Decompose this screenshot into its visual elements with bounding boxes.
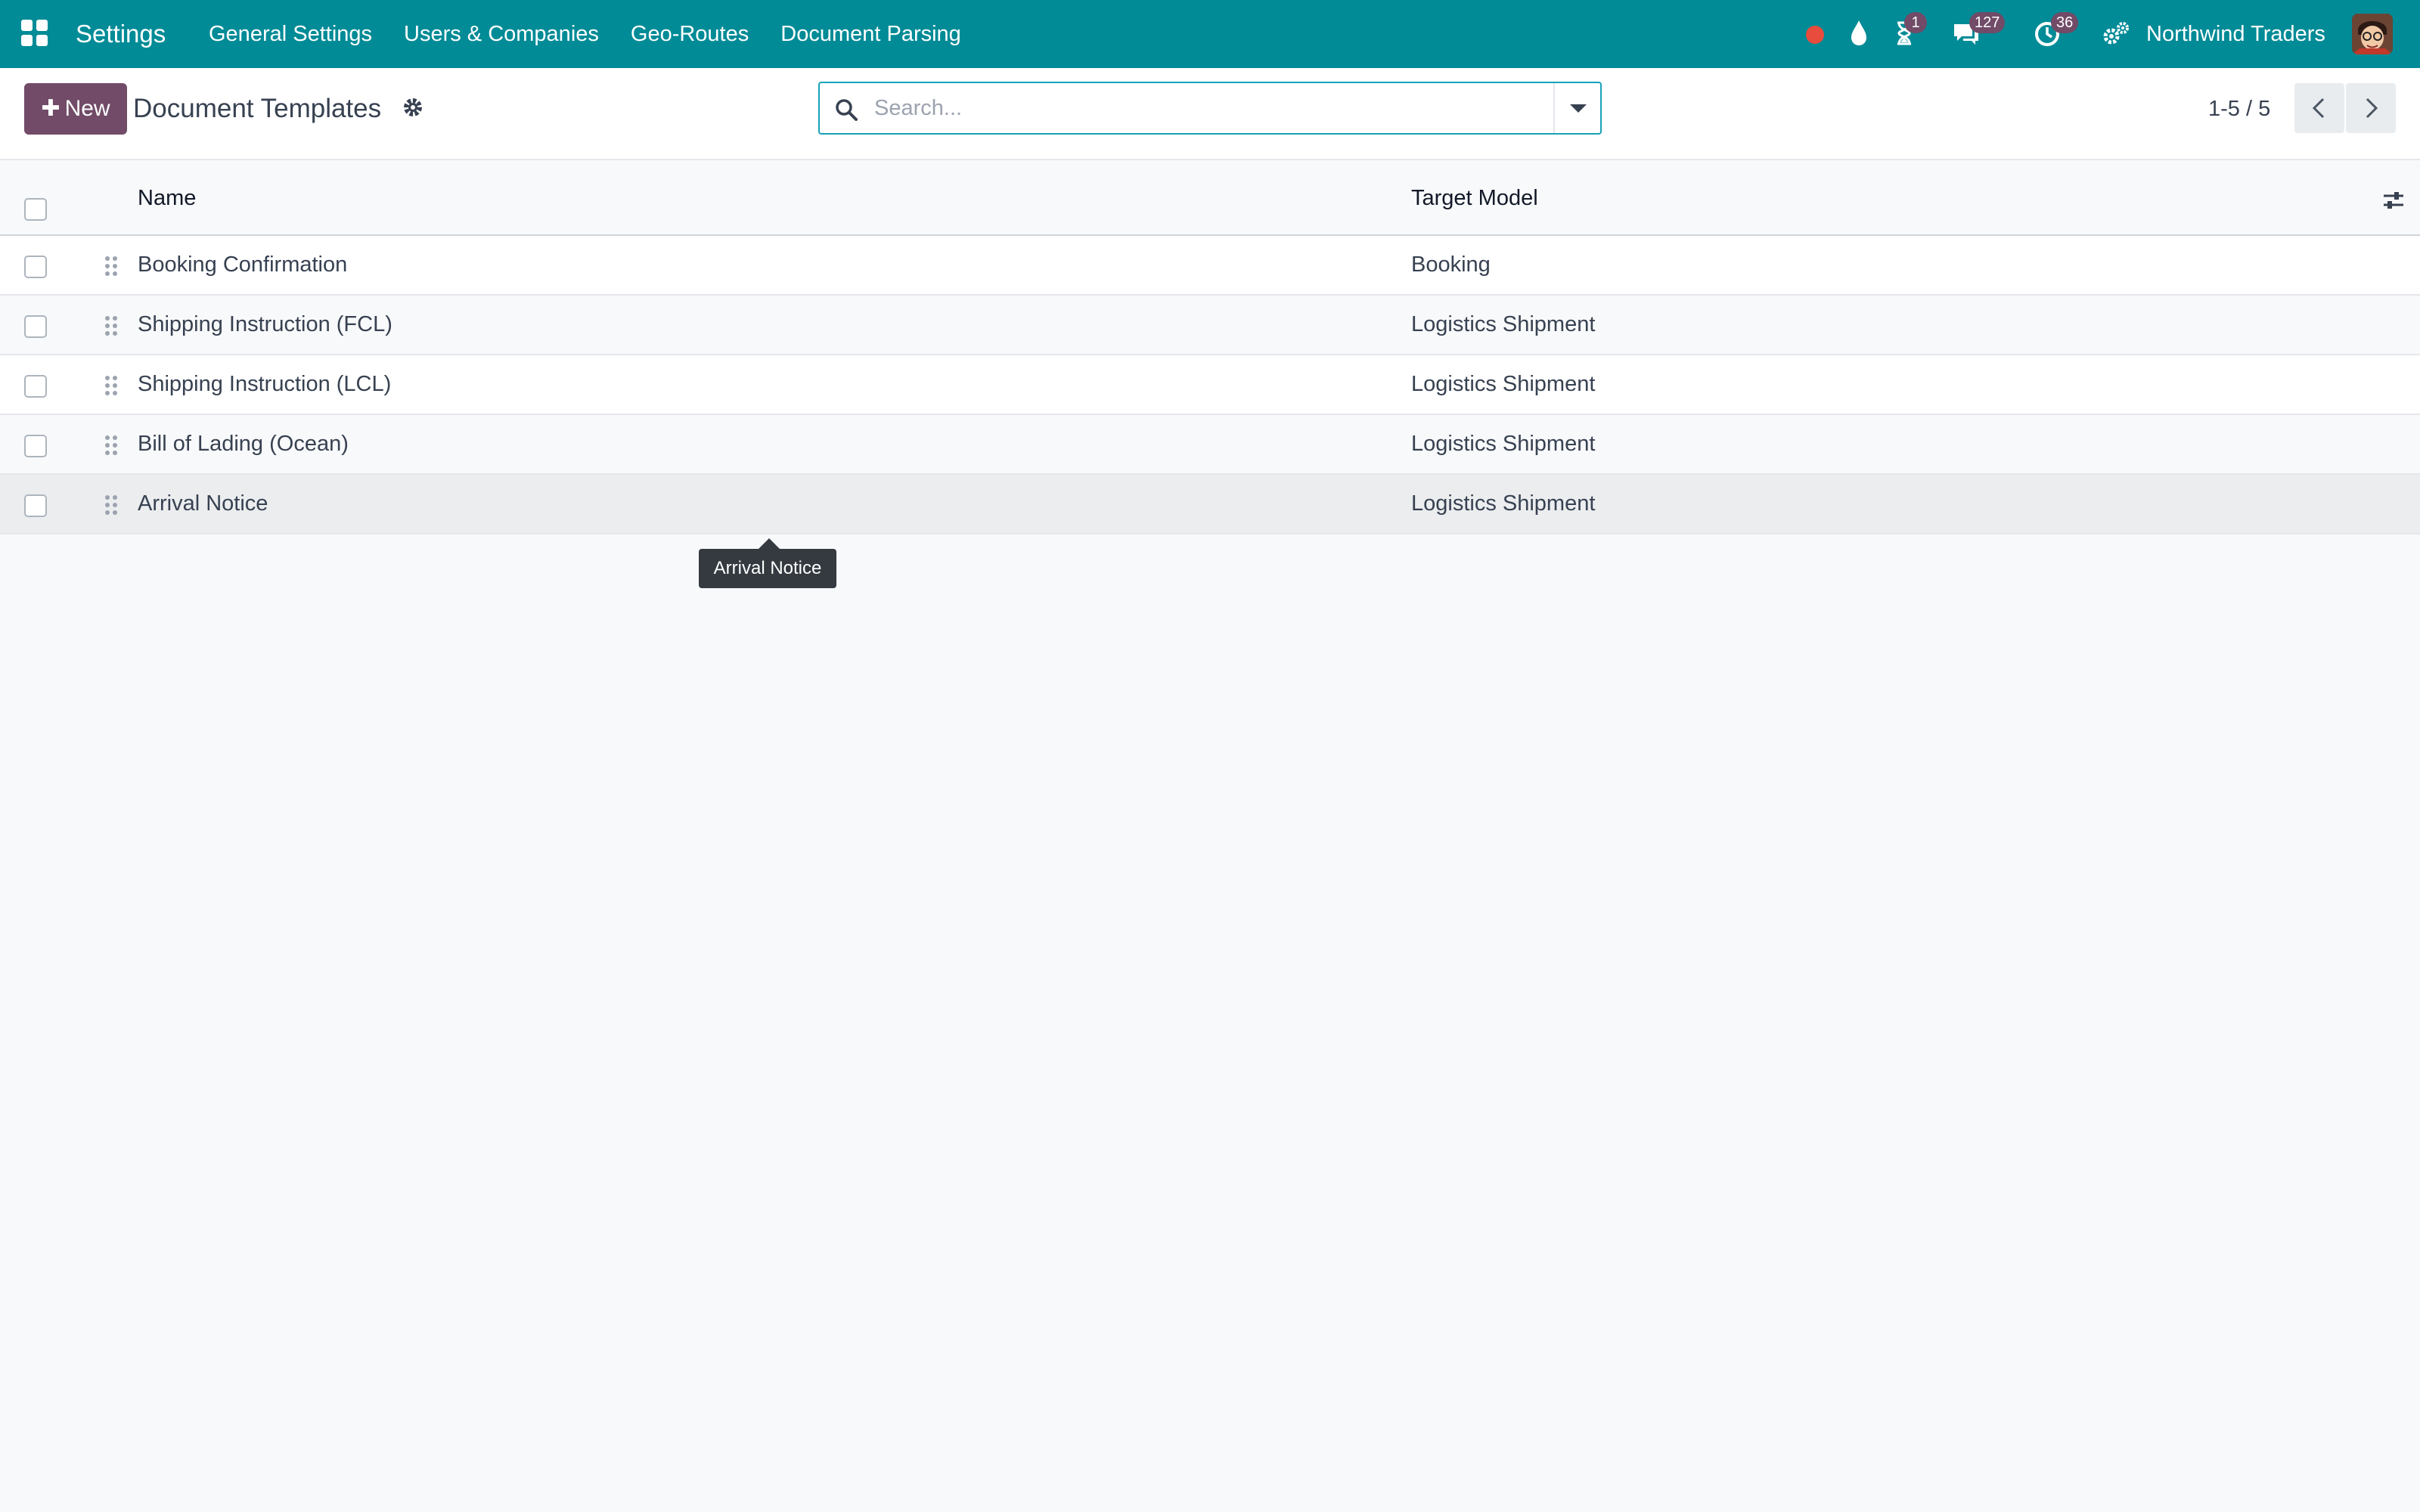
- row-checkbox[interactable]: [24, 494, 47, 517]
- column-header-name[interactable]: Name: [138, 160, 196, 236]
- new-button[interactable]: ✚ New: [24, 83, 127, 135]
- table-row[interactable]: Bill of Lading (Ocean) Logistics Shipmen…: [0, 415, 2420, 475]
- cell-name: Booking Confirmation: [138, 253, 348, 277]
- company-switcher[interactable]: Northwind Traders: [2146, 0, 2325, 68]
- list-view: Name Target Model Booking Confirmation B…: [0, 160, 2420, 534]
- search-icon[interactable]: [833, 97, 859, 122]
- tooltip: Arrival Notice: [699, 538, 836, 588]
- row-checkbox[interactable]: [24, 375, 47, 398]
- row-checkbox[interactable]: [24, 256, 47, 278]
- table-row[interactable]: Shipping Instruction (LCL) Logistics Shi…: [0, 355, 2420, 415]
- cell-target-model: Booking: [1411, 253, 1491, 277]
- record-icon[interactable]: [1806, 26, 1824, 44]
- chevron-left-icon: [2312, 98, 2325, 119]
- menu-document-parsing[interactable]: Document Parsing: [765, 0, 977, 68]
- user-avatar[interactable]: [2352, 14, 2393, 54]
- menu-users-companies[interactable]: Users & Companies: [388, 0, 615, 68]
- drag-handle-icon[interactable]: [103, 254, 119, 278]
- new-button-label: New: [64, 96, 110, 121]
- search-bar: [818, 82, 1602, 135]
- row-checkbox[interactable]: [24, 315, 47, 338]
- top-navbar: Settings General Settings Users & Compan…: [0, 0, 2420, 68]
- pager-value[interactable]: 1-5 / 5: [2208, 83, 2270, 135]
- drop-icon[interactable]: [1847, 18, 1871, 48]
- cell-target-model: Logistics Shipment: [1411, 432, 1596, 456]
- search-options-toggle[interactable]: [1553, 83, 1600, 133]
- row-checkbox[interactable]: [24, 435, 47, 457]
- menu-general-settings[interactable]: General Settings: [209, 0, 388, 68]
- cell-target-model: Logistics Shipment: [1411, 491, 1596, 516]
- pager-previous-button[interactable]: [2294, 83, 2344, 133]
- table-row[interactable]: Arrival Notice Logistics Shipment: [0, 475, 2420, 534]
- main-menu: General Settings Users & Companies Geo-R…: [209, 0, 977, 68]
- cell-name: Arrival Notice: [138, 491, 268, 516]
- menu-geo-routes[interactable]: Geo-Routes: [615, 0, 765, 68]
- drag-handle-icon[interactable]: [103, 314, 119, 338]
- column-header-target-model[interactable]: Target Model: [1411, 160, 1538, 236]
- plus-icon: ✚: [41, 96, 60, 121]
- cell-name: Shipping Instruction (FCL): [138, 312, 392, 336]
- select-all-checkbox[interactable]: [24, 198, 47, 221]
- gear-icon[interactable]: [401, 95, 425, 119]
- list-header: Name Target Model: [0, 160, 2420, 236]
- cell-target-model: Logistics Shipment: [1411, 372, 1596, 396]
- debug-gears-icon[interactable]: [2101, 20, 2131, 48]
- optional-columns-icon[interactable]: [2381, 187, 2406, 213]
- clock-badge: 36: [2051, 12, 2079, 33]
- drag-handle-icon[interactable]: [103, 493, 119, 517]
- activities-badge: 1: [1904, 12, 1927, 33]
- control-panel: ✚New Document Templates 1-5 / 5: [0, 68, 2420, 160]
- table-row[interactable]: Booking Confirmation Booking: [0, 236, 2420, 296]
- cell-name: Shipping Instruction (LCL): [138, 372, 392, 396]
- app-name[interactable]: Settings: [76, 0, 166, 68]
- drag-handle-icon[interactable]: [103, 373, 119, 398]
- chevron-right-icon: [2366, 98, 2378, 119]
- page-title: Document Templates: [133, 94, 382, 123]
- pager-next-button[interactable]: [2346, 83, 2396, 133]
- apps-grid-icon[interactable]: [21, 20, 48, 47]
- drag-handle-icon[interactable]: [103, 433, 119, 457]
- cell-target-model: Logistics Shipment: [1411, 312, 1596, 336]
- search-input[interactable]: [874, 88, 1525, 129]
- table-row[interactable]: Shipping Instruction (FCL) Logistics Shi…: [0, 296, 2420, 355]
- cell-name: Bill of Lading (Ocean): [138, 432, 349, 456]
- messages-badge: 127: [1969, 12, 2006, 33]
